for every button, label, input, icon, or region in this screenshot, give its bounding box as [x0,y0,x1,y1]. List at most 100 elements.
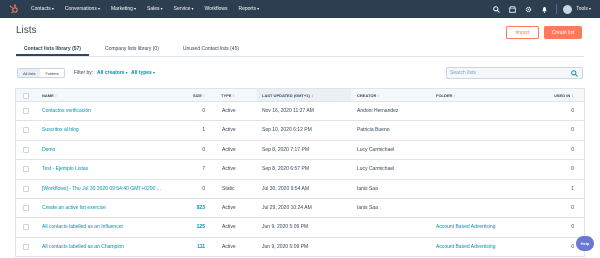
row-checkbox[interactable] [23,146,29,153]
row-checkbox[interactable] [23,185,29,192]
nav-sales[interactable]: Sales [147,6,163,12]
header-folder[interactable]: FOLDER ↕ [436,93,456,98]
list-creator: Ianis Saa [357,204,378,211]
list-name-link[interactable]: Suscritos al blog [42,127,79,133]
table-row: Demo 0 Active Sep 8, 2020 7:17 PM Lucy C… [16,141,584,161]
row-checkbox[interactable] [23,204,29,211]
table-row: Test - Ejemplo Listas 7 Active Sep 8, 20… [16,160,584,180]
select-all-checkbox[interactable] [23,93,29,99]
header-creator[interactable]: CREATOR ↕ [357,93,380,98]
list-type: Active [222,224,236,231]
top-navigation: Contacts Conversations Marketing Sales S… [0,0,600,18]
list-last-updated: Sep 8, 2020 6:57 PM [262,166,309,173]
lists-table: NAME ↕ SIZE ↕ TYPE ↕ LAST UPDATED (GMT+1… [15,88,585,258]
list-size: 111 [197,243,205,250]
account-menu[interactable]: Tools [576,6,591,12]
list-folder[interactable]: Account Based Advertising [436,244,495,250]
marketplace-icon[interactable] [508,5,516,13]
avatar[interactable] [563,4,573,14]
search-icon[interactable] [571,70,578,77]
list-size: 0 [202,185,205,192]
help-button[interactable]: Help [576,236,594,251]
list-name-link[interactable]: Test - Ejemplo Listas [42,166,88,172]
list-folder[interactable]: Account Based Advertising [436,224,495,230]
list-used-in: 0 [571,204,574,211]
list-size: 125 [196,224,205,231]
list-size: 0 [202,146,205,153]
table-row: All contacts labelled as an Champion 111… [16,238,584,258]
list-used-in: 0 [571,243,574,250]
list-size: 0 [202,108,205,114]
list-last-updated: Jul 30, 2020 9:54 AM [262,185,309,192]
tabs: Contact lists library (57) Company lists… [16,44,263,56]
table-row: All contacts labelled as an Influencer 1… [16,218,584,238]
filter-by-label: Filter by: [74,70,94,76]
list-used-in: 0 [571,108,574,114]
nav-service[interactable]: Service [174,6,194,12]
list-type: Active [222,127,236,134]
page-title: Lists [16,25,37,36]
nav-contacts[interactable]: Contacts [31,6,54,12]
list-name-link[interactable]: Create an active list exercise [42,205,106,211]
search-icon[interactable] [492,5,500,13]
creators-dropdown[interactable]: All creators [97,70,128,76]
list-used-in: 0 [571,146,574,153]
header-type[interactable]: TYPE ↕ [221,93,235,98]
search-input[interactable] [447,68,565,78]
notifications-icon[interactable] [540,5,548,13]
row-checkbox[interactable] [23,108,29,114]
header-used-in[interactable]: USED IN ↕ [554,93,573,98]
list-type: Active [222,166,236,173]
list-creator: Ianis Saa [357,185,378,192]
table-body: Contactos verificación 0 Active Nov 16, … [16,102,584,258]
list-last-updated: Jun 9, 2020 5:09 PM [262,243,309,250]
tabs-divider [16,56,584,57]
all-lists-toggle[interactable]: All lists [18,69,41,77]
row-checkbox[interactable] [23,127,29,134]
nav-marketing[interactable]: Marketing [111,6,136,12]
list-type: Active [222,146,236,153]
import-button[interactable]: Import [506,26,539,39]
header-size[interactable]: SIZE ↕ [193,93,205,98]
types-dropdown[interactable]: All types [131,70,155,76]
header-name[interactable]: NAME ↕ [42,93,57,98]
row-checkbox[interactable] [23,243,29,250]
tab-company-lists-library[interactable]: Company lists library (0) [105,44,159,56]
row-checkbox[interactable] [23,224,29,231]
list-last-updated: Jul 29, 2020 10:24 AM [262,204,312,211]
list-creator: Andoni Hernandez [357,108,399,114]
list-type: Active [222,204,236,211]
list-size: 7 [202,166,205,173]
list-name-link[interactable]: Contactos verificación [42,108,91,114]
list-name-link[interactable]: All contacts labelled as an Champion [42,244,124,250]
list-used-in: 0 [571,224,574,231]
table-row: [Workflows] - Thu Jul 30 2020 09:54:40 G… [16,180,584,199]
tab-unused-contact-lists[interactable]: Unused Contact lists (45) [183,44,239,56]
list-creator: Patricia Bueno [357,127,390,134]
list-last-updated: Nov 16, 2020 11:27 AM [262,108,314,114]
table-row: Contactos verificación 0 Active Nov 16, … [16,102,584,122]
list-last-updated: Sep 10, 2020 6:12 PM [262,127,312,134]
nav-divider [556,4,558,14]
list-type: Static [222,185,235,192]
row-checkbox[interactable] [23,166,29,173]
hubspot-logo-icon[interactable] [9,4,19,14]
create-list-button[interactable]: Create list [544,26,582,39]
header-last-updated[interactable]: LAST UPDATED (GMT+1) ↓ [257,89,351,101]
list-creator: Lucy Carmichael [357,166,395,173]
list-size: 1 [202,127,205,134]
nav-conversations[interactable]: Conversations [65,6,100,12]
table-row: Create an active list exercise 923 Activ… [16,199,584,219]
list-name-link[interactable]: [Workflows] - Thu Jul 30 2020 09:54:40 G… [42,186,161,192]
settings-icon[interactable] [524,5,532,13]
list-used-in: 0 [571,166,574,173]
nav-workflows[interactable]: Workflows [204,6,227,12]
list-name-link[interactable]: Demo [42,147,55,153]
folders-toggle[interactable]: Folders [40,69,63,77]
view-toggle: All lists Folders [17,68,65,78]
tab-contact-lists-library[interactable]: Contact lists library (57) [16,44,89,56]
nav-reports[interactable]: Reports [238,6,259,12]
list-name-link[interactable]: All contacts labelled as an Influencer [42,224,123,230]
list-used-in: 1 [571,185,574,192]
table-row: Suscritos al blog 1 Active Sep 10, 2020 … [16,121,584,141]
